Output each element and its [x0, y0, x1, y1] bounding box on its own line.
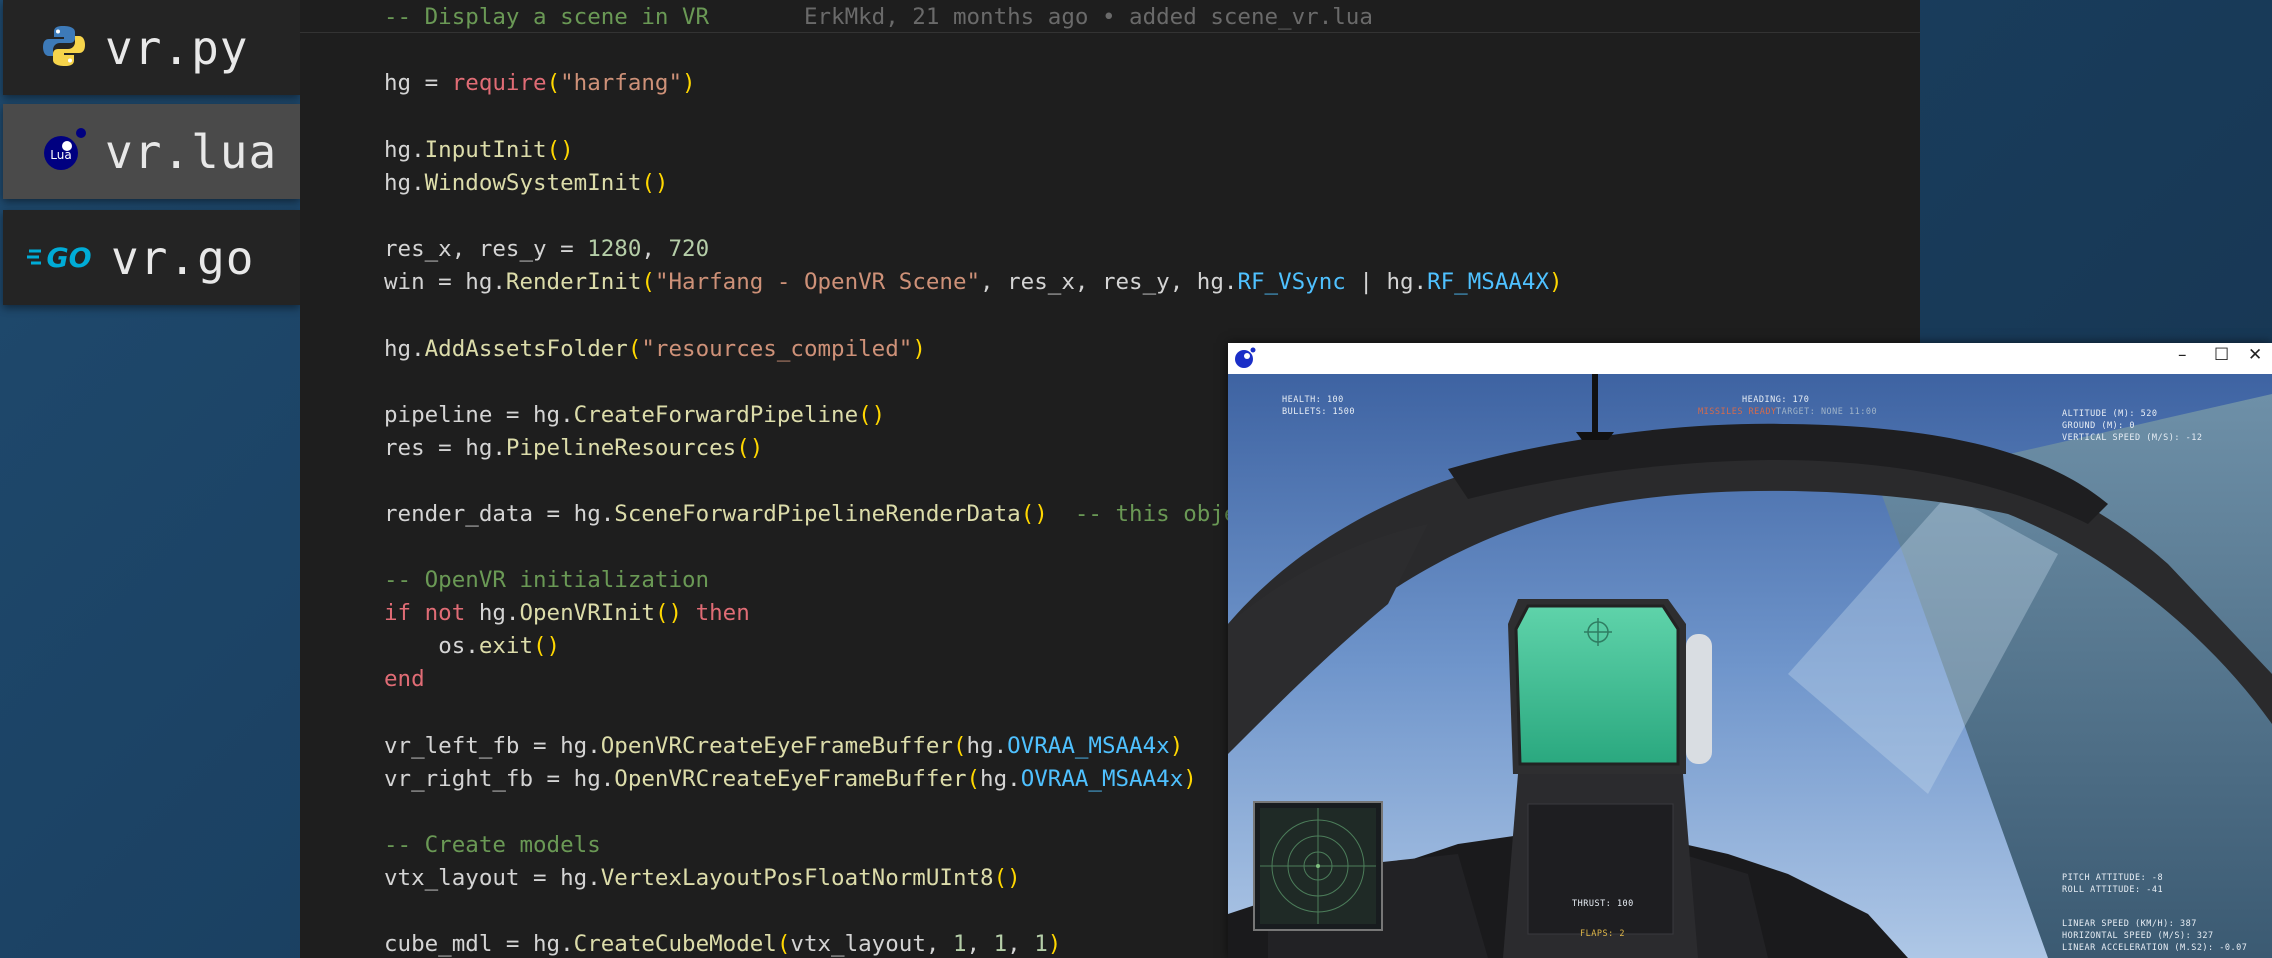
hud-flaps: FLAPS: 2: [1580, 929, 1625, 939]
game-window[interactable]: – ☐ ✕ HEALTH: 100 BULLETS: 1500 HEADING:…: [1228, 343, 2272, 958]
svg-text:GO: GO: [46, 243, 91, 274]
code-line: vtx_layout = hg.VertexLayoutPosFloatNorm…: [384, 865, 1021, 891]
hud-pitch: PITCH ATTITUDE: -8: [2062, 873, 2164, 883]
code-line: if not hg.OpenVRInit() then: [384, 600, 750, 626]
hud-ground: GROUND (M): 0: [2062, 421, 2136, 431]
code-area[interactable]: -- Display a scene in VR ErkMkd, 21 mont…: [384, 0, 1563, 957]
window-titlebar[interactable]: – ☐ ✕: [1228, 343, 2272, 374]
tab-vr-lua[interactable]: Lua vr.lua: [3, 104, 300, 199]
code-line: hg.InputInit(): [384, 137, 574, 163]
code-line: hg = require("harfang"): [384, 70, 696, 96]
hud-bullets: BULLETS: 1500: [1282, 407, 1356, 417]
lua-icon: Lua: [41, 127, 87, 177]
go-icon: GO: [27, 236, 99, 280]
hud-altitude: ALTITUDE (M): 520: [2062, 409, 2158, 419]
code-line: res_x, res_y = 1280, 720: [384, 236, 710, 262]
code-line: res = hg.PipelineResources(): [384, 435, 764, 461]
tab-vr-go[interactable]: GO vr.go: [3, 210, 300, 305]
minimize-button[interactable]: –: [2178, 345, 2187, 365]
python-icon: [41, 23, 87, 73]
hud-vertical-speed: VERTICAL SPEED (M/S): -12: [2062, 433, 2203, 443]
code-line: vr_right_fb = hg.OpenVRCreateEyeFrameBuf…: [384, 766, 1197, 792]
svg-text:Lua: Lua: [50, 148, 71, 162]
code-line: cube_mdl = hg.CreateCubeModel(vtx_layout…: [384, 931, 1062, 957]
hud-target: TARGET: NONE 11:00: [1776, 407, 1878, 417]
tab-label: vr.go: [111, 230, 255, 285]
git-blame-annotation: ErkMkd, 21 months ago • added scene_vr.l…: [803, 4, 1373, 30]
hud-horizontal-speed: HORIZONTAL SPEED (M/S): 327: [2062, 931, 2214, 941]
code-line: win = hg.RenderInit("Harfang - OpenVR Sc…: [384, 269, 1563, 295]
code-line: -- Display a scene in VR ErkMkd, 21 mont…: [384, 4, 1373, 30]
hud-roll: ROLL ATTITUDE: -41: [2062, 885, 2164, 895]
hud-heading: HEADING: 170: [1742, 395, 1810, 405]
code-line: end: [384, 666, 425, 692]
close-button[interactable]: ✕: [2248, 345, 2262, 365]
code-line: vr_left_fb = hg.OpenVRCreateEyeFrameBuff…: [384, 733, 1184, 759]
code-line: -- OpenVR initialization: [384, 567, 710, 593]
code-line: pipeline = hg.CreateForwardPipeline(): [384, 402, 886, 428]
code-line: render_data = hg.SceneForwardPipelineRen…: [384, 501, 1238, 527]
code-line: os.exit(): [438, 633, 561, 659]
hud-linear-acceleration: LINEAR ACCELERATION (M.S2): -0.07: [2062, 943, 2248, 953]
code-line: hg.AddAssetsFolder("resources_compiled"): [384, 336, 926, 362]
hud-health: HEALTH: 100: [1282, 395, 1344, 405]
hud-thrust: THRUST: 100: [1572, 899, 1634, 909]
tab-vr-py[interactable]: vr.py: [3, 0, 300, 95]
cockpit-view[interactable]: [1228, 374, 2272, 958]
hud-warning: MISSILES READY: [1698, 407, 1777, 417]
tab-label: vr.py: [105, 20, 249, 75]
code-line: -- Create models: [384, 832, 601, 858]
hud-linear-speed: LINEAR SPEED (KM/H): 387: [2062, 919, 2197, 929]
radar-minimap: [1253, 801, 1383, 931]
app-icon: [1234, 347, 1256, 373]
maximize-button[interactable]: ☐: [2214, 345, 2229, 365]
tab-label: vr.lua: [105, 124, 278, 179]
code-line: hg.WindowSystemInit(): [384, 170, 669, 196]
